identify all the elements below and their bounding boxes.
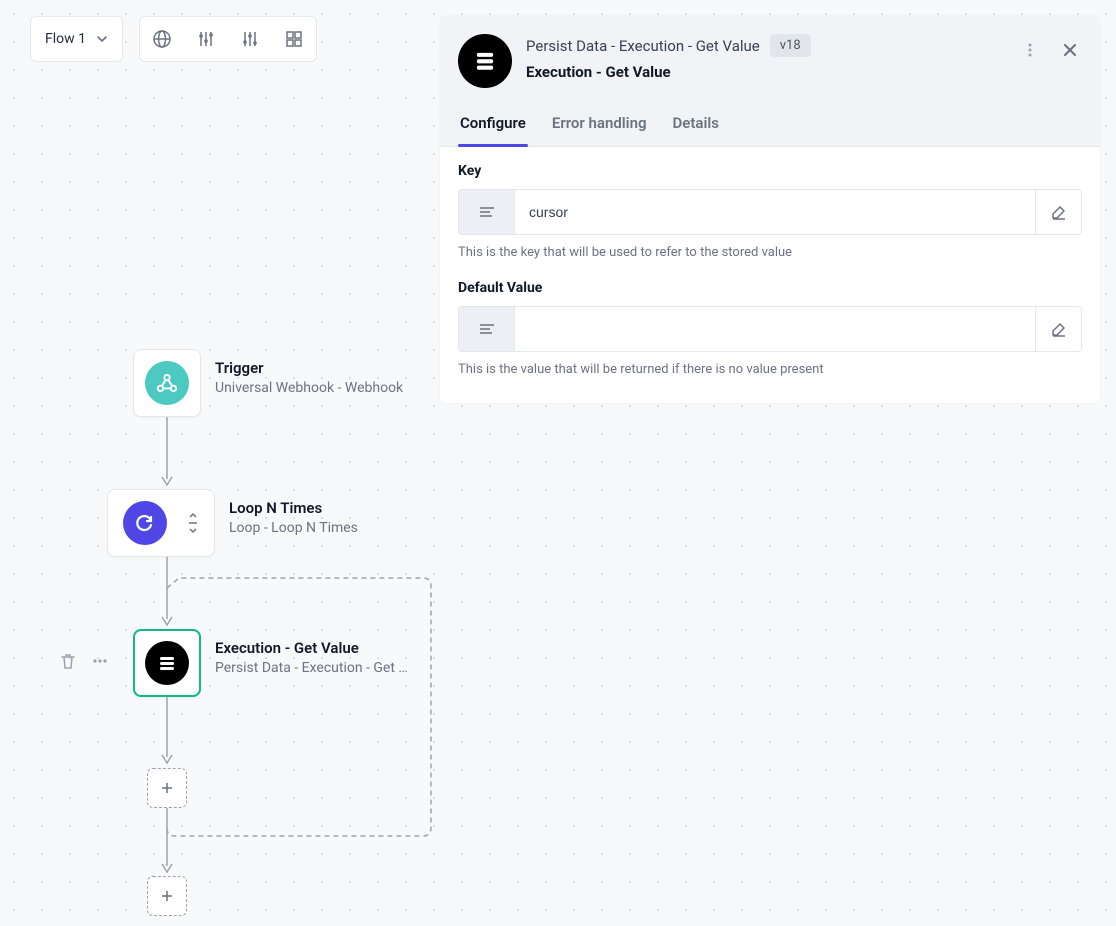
chevron-down-icon [96, 33, 108, 45]
node-trigger-text: Trigger Universal Webhook - Webhook [215, 349, 403, 396]
node-trigger-box[interactable] [133, 349, 201, 417]
close-button[interactable] [1054, 34, 1086, 66]
edit-button[interactable] [1035, 307, 1081, 351]
globe-button[interactable] [140, 17, 184, 61]
flow-selector[interactable]: Flow 1 [30, 16, 123, 62]
panel-titles: Persist Data - Execution - Get Value v18… [526, 34, 1050, 81]
close-icon [1061, 41, 1079, 59]
node-trigger[interactable]: Trigger Universal Webhook - Webhook [133, 349, 403, 417]
loop-container-border [167, 576, 435, 840]
field-key-label: Key [458, 163, 1082, 179]
toolbar-icons [139, 16, 317, 62]
connector-arrow [159, 697, 175, 769]
field-default-help: This is the value that will be returned … [458, 362, 1082, 377]
collapse-icon [186, 512, 200, 534]
tab-details[interactable]: Details [671, 104, 721, 146]
panel-body: Key This is the key that will be used to… [440, 147, 1100, 403]
node-execution-title: Execution - Get Value [215, 639, 408, 657]
pencil-icon [1050, 203, 1068, 221]
sliders-button[interactable] [184, 17, 228, 61]
sliders-alt-icon [240, 29, 260, 49]
node-trigger-title: Trigger [215, 359, 403, 377]
add-node-button[interactable] [147, 876, 187, 916]
webhook-icon [145, 361, 189, 405]
config-panel: Persist Data - Execution - Get Value v18… [440, 16, 1100, 403]
node-execution-sub: Persist Data - Execution - Get … [215, 660, 408, 676]
database-icon [458, 34, 512, 88]
lines-icon [478, 323, 496, 335]
add-node-button[interactable] [147, 768, 187, 808]
tab-configure[interactable]: Configure [458, 104, 528, 146]
panel-actions [1014, 34, 1086, 66]
lines-icon [478, 206, 496, 218]
connector-arrow [159, 417, 175, 490]
edit-button[interactable] [1035, 190, 1081, 234]
version-badge: v18 [770, 34, 811, 57]
node-loop-text: Loop N Times Loop - Loop N Times [229, 489, 358, 536]
node-loop-box[interactable] [107, 489, 215, 557]
loop-icon [123, 501, 167, 545]
node-execution-box[interactable] [133, 629, 201, 697]
node-actions [58, 651, 110, 671]
field-default-input-row [458, 306, 1082, 352]
more-icon[interactable] [90, 651, 110, 671]
node-loop[interactable]: Loop N Times Loop - Loop N Times [107, 489, 358, 557]
panel-tabs: Configure Error handling Details [440, 104, 1100, 147]
more-button[interactable] [1014, 34, 1046, 66]
panel-name: Execution - Get Value [526, 63, 1050, 81]
node-loop-sub: Loop - Loop N Times [229, 520, 358, 536]
plus-icon [159, 888, 175, 904]
panel-type: Persist Data - Execution - Get Value [526, 37, 760, 55]
sliders-icon [196, 29, 216, 49]
flow-selector-label: Flow 1 [45, 31, 86, 47]
node-execution[interactable]: Execution - Get Value Persist Data - Exe… [133, 629, 408, 697]
node-loop-title: Loop N Times [229, 499, 358, 517]
top-controls: Flow 1 [30, 16, 317, 62]
text-prefix-icon[interactable] [459, 190, 515, 234]
panel-header: Persist Data - Execution - Get Value v18… [440, 16, 1100, 88]
sliders-alt-button[interactable] [228, 17, 272, 61]
field-default: Default Value This is the value that wil… [458, 280, 1082, 377]
connector-arrow [159, 808, 175, 878]
grid-button[interactable] [272, 17, 316, 61]
tab-error-handling[interactable]: Error handling [550, 104, 649, 146]
trash-icon[interactable] [58, 651, 78, 671]
node-execution-text: Execution - Get Value Persist Data - Exe… [215, 629, 408, 676]
plus-icon [159, 780, 175, 796]
pencil-icon [1050, 320, 1068, 338]
more-vertical-icon [1021, 41, 1039, 59]
text-prefix-icon[interactable] [459, 307, 515, 351]
key-input[interactable] [515, 190, 1035, 234]
field-key: Key This is the key that will be used to… [458, 163, 1082, 260]
field-default-label: Default Value [458, 280, 1082, 296]
field-key-input-row [458, 189, 1082, 235]
grid-icon [284, 29, 304, 49]
field-key-help: This is the key that will be used to ref… [458, 245, 1082, 260]
globe-icon [152, 29, 172, 49]
database-icon [145, 641, 189, 685]
default-input[interactable] [515, 307, 1035, 351]
node-trigger-sub: Universal Webhook - Webhook [215, 380, 403, 396]
